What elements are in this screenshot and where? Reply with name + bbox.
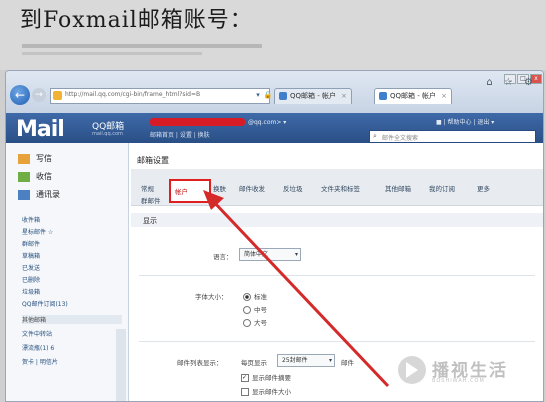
forward-button[interactable]: → (32, 88, 46, 102)
sidebar-item-deleted[interactable]: 已删除 (22, 275, 40, 284)
browser-tools[interactable]: ⌂ ☆ ⚙ (486, 77, 537, 88)
section-header: 显示 (131, 213, 543, 227)
watermark-domain: BOSHIWAH.COM (432, 378, 485, 384)
sidebar-item-drafts[interactable]: 草稿箱 (22, 251, 40, 260)
sidebar-item-transfer[interactable]: 文件中转站 (22, 329, 52, 338)
pencil-icon (18, 153, 30, 164)
tab-antispam[interactable]: 反垃圾 (283, 183, 303, 193)
browser-tab-active[interactable]: QQ邮箱 - 帐户 × (374, 88, 452, 104)
per-page-suffix: 邮件 (341, 359, 354, 367)
font-radio-medium[interactable]: 中号 (243, 304, 267, 314)
mail-logo[interactable]: Mail (16, 117, 65, 142)
tab-favicon-icon (379, 92, 387, 100)
tab-folders[interactable]: 文件夹和标签 (321, 183, 360, 193)
tab-other-mail[interactable]: 其他邮箱 (385, 183, 411, 193)
browser-toolbar: _ □ x ← → http://mail.qq.com/cgi-bin/fra… (6, 71, 543, 114)
mail-sidebar: 写信 收信 通讯录 收件箱 星标邮件 ☆ 群邮件 草稿箱 已发送 已删除 垃圾箱… (6, 143, 129, 401)
account-suffix[interactable]: @qq.com> ▾ (248, 119, 286, 126)
sidebar-scrollbar[interactable] (116, 329, 126, 401)
mail-logo-domain: mail.qq.com (92, 131, 123, 137)
compose-button[interactable]: 写信 (18, 153, 52, 164)
address-bar[interactable]: http://mail.qq.com/cgi-bin/frame_html?si… (50, 88, 270, 104)
article-header: 到Foxmail邮箱账号： (0, 0, 546, 70)
contacts-icon (18, 189, 30, 200)
sidebar-item-spam[interactable]: 垃圾箱 (22, 287, 40, 296)
sidebar-item-group[interactable]: 群邮件 (22, 239, 40, 248)
browser-tab[interactable]: QQ邮箱 - 帐户 × (274, 88, 352, 104)
tab-skin[interactable]: 换肤 (213, 183, 226, 193)
sidebar-item-bottle[interactable]: 漂流瓶(1) 6 (22, 343, 54, 352)
chevron-down-icon: ▾ (294, 251, 298, 258)
font-size-label: 字体大小： (195, 293, 228, 301)
inbox-check-button[interactable]: 收信 (18, 171, 52, 182)
language-select[interactable]: 简体中文 ▾ (239, 248, 301, 261)
sidebar-section-header[interactable]: 其他邮箱 (22, 315, 122, 324)
tab-more[interactable]: 更多 (477, 183, 490, 193)
language-label: 语言： (213, 253, 233, 261)
sidebar-item-sent[interactable]: 已发送 (22, 263, 40, 272)
tab-mail[interactable]: 邮件收发 (239, 183, 265, 193)
tab-account[interactable]: 帐户 (169, 179, 211, 203)
address-text: http://mail.qq.com/cgi-bin/frame_html?si… (65, 91, 201, 98)
close-tab-icon[interactable]: × (441, 92, 447, 100)
tab-favicon-icon (279, 92, 287, 100)
header-links[interactable]: 邮箱首页 | 设置 | 换肤 (150, 130, 210, 139)
show-size-checkbox[interactable]: 显示邮件大小 (241, 386, 291, 396)
blurred-line (22, 52, 202, 55)
sidebar-item-subscriptions[interactable]: QQ邮件订阅(13) (22, 299, 68, 308)
close-tab-icon[interactable]: × (341, 92, 347, 100)
mail-header: Mail QQ邮箱 mail.qq.com @qq.com> ▾ 邮箱首页 | … (6, 113, 543, 143)
blurred-line (22, 44, 262, 48)
tab-subscriptions[interactable]: 我的订阅 (429, 183, 455, 193)
sidebar-item-starred[interactable]: 星标邮件 ☆ (22, 227, 53, 236)
contacts-button[interactable]: 通讯录 (18, 189, 60, 200)
search-placeholder: 邮件全文搜索 (382, 135, 419, 142)
mail-search-input[interactable]: ⌕ 邮件全文搜索 (369, 130, 536, 143)
article-text: 到Foxmail邮箱账号： (20, 8, 253, 33)
watermark: 播视生活 BOSHIWAH.COM (398, 354, 538, 394)
tab-general[interactable]: 常规 (141, 183, 154, 193)
envelope-icon (18, 171, 30, 182)
play-logo-icon (398, 356, 426, 384)
font-radio-large[interactable]: 大号 (243, 317, 267, 327)
page-title: 邮箱设置 (137, 156, 169, 165)
redacted-account (150, 118, 245, 126)
divider (139, 341, 535, 342)
list-display-label: 邮件列表显示： (177, 359, 223, 367)
per-page-select[interactable]: 25封邮件 ▾ (277, 354, 335, 367)
site-icon (53, 91, 62, 100)
top-right-links[interactable]: ■ | 帮助中心 | 退出 ▾ (436, 117, 494, 126)
chevron-down-icon: ▾ (328, 357, 332, 364)
divider (139, 275, 535, 276)
search-icon: ⌕ (373, 132, 377, 140)
sidebar-item-inbox[interactable]: 收件箱 (22, 215, 40, 224)
back-button[interactable]: ← (10, 85, 30, 105)
sidebar-item-cards[interactable]: 贺卡 | 明信片 (22, 357, 58, 366)
lock-icon[interactable]: 🔒 (262, 89, 274, 101)
font-radio-standard[interactable]: 标准 (243, 291, 267, 301)
browser-window: _ □ x ← → http://mail.qq.com/cgi-bin/fra… (5, 70, 544, 402)
tab-group-mail[interactable]: 群邮件 (141, 195, 161, 205)
show-summary-checkbox[interactable]: 显示邮件摘要 (241, 372, 291, 382)
per-page-label: 每页显示 (241, 359, 267, 367)
settings-tabs: 常规 帐户 换肤 邮件收发 反垃圾 文件夹和标签 其他邮箱 我的订阅 更多 群邮… (131, 169, 543, 206)
